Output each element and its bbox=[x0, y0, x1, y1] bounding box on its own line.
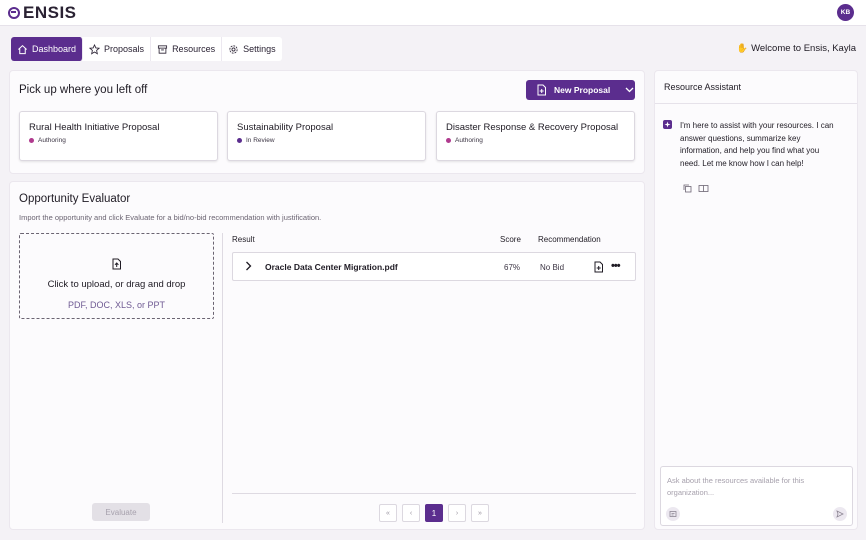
result-score: 67% bbox=[504, 263, 521, 272]
status-dot-icon bbox=[29, 138, 34, 143]
first-page-button[interactable]: « bbox=[379, 504, 397, 522]
home-icon bbox=[18, 44, 27, 54]
upload-file-icon bbox=[112, 258, 121, 270]
ensis-logo[interactable]: ENSIS bbox=[8, 4, 77, 21]
proposal-title: Rural Health Initiative Proposal bbox=[29, 122, 160, 133]
recommendation-column-header: Recommendation bbox=[538, 235, 601, 244]
proposal-status-text: Authoring bbox=[455, 137, 483, 144]
page-number-button[interactable]: 1 bbox=[425, 504, 443, 522]
proposal-status: Authoring bbox=[29, 137, 208, 144]
copy-icon[interactable] bbox=[683, 184, 692, 193]
nav-dashboard[interactable]: Dashboard bbox=[11, 37, 84, 61]
previous-page-button[interactable]: ‹ bbox=[402, 504, 420, 522]
new-proposal-label: New Proposal bbox=[554, 85, 611, 95]
document-add-icon[interactable] bbox=[593, 261, 604, 273]
evaluate-button[interactable]: Evaluate bbox=[92, 503, 150, 521]
proposal-status: Authoring bbox=[446, 137, 625, 144]
send-icon[interactable] bbox=[833, 507, 847, 521]
resource-assistant-panel: Resource Assistant I'm here to assist wi… bbox=[654, 70, 858, 530]
top-bar: ENSIS KB bbox=[0, 0, 866, 26]
opportunity-evaluator-section: Opportunity Evaluator Import the opportu… bbox=[9, 181, 645, 530]
waving-hand-icon: ✋ bbox=[736, 43, 749, 53]
nav-settings-label: Settings bbox=[243, 44, 276, 54]
assistant-message: I'm here to assist with your resources. … bbox=[680, 121, 834, 168]
new-proposal-button[interactable]: New Proposal bbox=[526, 80, 635, 100]
last-page-button[interactable]: » bbox=[471, 504, 489, 522]
proposal-title: Sustainability Proposal bbox=[237, 122, 334, 133]
column-divider bbox=[222, 233, 223, 523]
evaluator-title: Opportunity Evaluator bbox=[19, 193, 131, 205]
logo-text: ENSIS bbox=[23, 3, 77, 22]
next-page-button[interactable]: › bbox=[448, 504, 466, 522]
chevron-down-icon bbox=[625, 87, 634, 93]
archive-icon bbox=[158, 44, 168, 54]
table-row[interactable]: Oracle Data Center Migration.pdf 67% No … bbox=[232, 252, 636, 281]
nav-resources[interactable]: Resources bbox=[151, 37, 223, 61]
proposal-card[interactable]: Sustainability Proposal In Review bbox=[227, 111, 426, 161]
score-column-header: Score bbox=[500, 235, 521, 244]
read-aloud-icon[interactable] bbox=[698, 184, 709, 193]
assistant-title: Resource Assistant bbox=[655, 71, 857, 104]
upload-file-types: PDF, DOC, XLS, or PPT bbox=[67, 300, 166, 310]
proposal-status-text: Authoring bbox=[38, 137, 66, 144]
proposal-status-text: In Review bbox=[246, 137, 275, 144]
nav-settings[interactable]: Settings bbox=[222, 37, 282, 61]
nav-resources-label: Resources bbox=[172, 44, 216, 54]
chevron-right-icon[interactable] bbox=[245, 261, 252, 271]
message-actions bbox=[683, 184, 709, 193]
proposal-status: In Review bbox=[237, 137, 416, 144]
pagination: « ‹ 1 › » bbox=[379, 504, 489, 522]
nav-dashboard-label: Dashboard bbox=[32, 44, 77, 54]
result-column-header: Result bbox=[232, 235, 255, 244]
more-options-icon[interactable]: ••• bbox=[611, 260, 621, 272]
gear-icon bbox=[229, 44, 238, 54]
file-upload-dropzone[interactable]: Click to upload, or drag and drop PDF, D… bbox=[19, 233, 214, 319]
nav-proposals[interactable]: Proposals bbox=[83, 37, 152, 61]
welcome-message: ✋ Welcome to Ensis, Kayla bbox=[737, 43, 856, 54]
proposal-card[interactable]: Rural Health Initiative Proposal Authori… bbox=[19, 111, 218, 161]
status-dot-icon bbox=[237, 138, 242, 143]
logo-mark-icon bbox=[8, 6, 20, 19]
attach-icon[interactable] bbox=[666, 507, 680, 521]
table-divider bbox=[232, 493, 636, 494]
star-icon bbox=[89, 43, 101, 55]
welcome-text: Welcome to Ensis, Kayla bbox=[751, 43, 856, 54]
result-recommendation: No Bid bbox=[540, 263, 565, 272]
evaluator-subtitle: Import the opportunity and click Evaluat… bbox=[19, 213, 322, 222]
upload-instruction: Click to upload, or drag and drop bbox=[47, 279, 186, 290]
status-dot-icon bbox=[446, 138, 451, 143]
assistant-chat-input[interactable]: Ask about the resources available for th… bbox=[660, 466, 853, 526]
sparkle-icon bbox=[663, 120, 672, 129]
user-avatar[interactable]: KB bbox=[837, 4, 854, 21]
result-file-name: Oracle Data Center Migration.pdf bbox=[265, 262, 398, 272]
pickup-section: Pick up where you left off New Proposal … bbox=[9, 70, 645, 174]
pickup-title: Pick up where you left off bbox=[19, 84, 148, 96]
file-plus-icon bbox=[537, 84, 546, 96]
proposal-title: Disaster Response & Recovery Proposal bbox=[446, 122, 619, 133]
chat-placeholder: Ask about the resources available for th… bbox=[667, 476, 805, 497]
main-nav: Dashboard Proposals Resources Settings bbox=[11, 37, 282, 61]
nav-proposals-label: Proposals bbox=[104, 44, 145, 54]
proposal-card[interactable]: Disaster Response & Recovery Proposal Au… bbox=[436, 111, 635, 161]
